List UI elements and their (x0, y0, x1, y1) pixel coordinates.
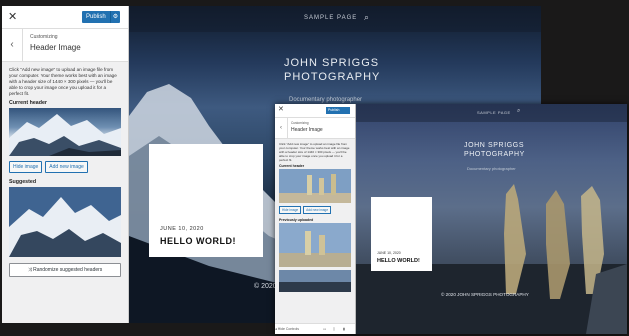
site-title[interactable]: JOHN SPRIGGS PHOTOGRAPHY (464, 141, 554, 159)
post-date: JUNE 10, 2020 (377, 251, 401, 255)
statues-image (279, 223, 351, 267)
back-chevron-icon[interactable]: ‹ (2, 29, 23, 61)
nav-sample-page[interactable]: SAMPLE PAGE (304, 15, 357, 21)
add-new-image-button[interactable]: Add new image (45, 161, 88, 173)
customizer-sidebar: ✕ Publish ⚙ ‹ Customizing Header Image C… (2, 6, 129, 323)
post-title[interactable]: HELLO WORLD! (377, 258, 420, 264)
site-preview: SAMPLE PAGE ⌕ JOHN SPRIGGS PHOTOGRAPHY D… (356, 104, 627, 334)
site-footer: © 2020 (254, 283, 277, 290)
header-actions: Hide image Add new image (275, 203, 355, 216)
hide-image-button[interactable]: Hide image (279, 206, 302, 214)
hide-controls-label[interactable]: Hide Controls (278, 327, 299, 331)
site-title[interactable]: JOHN SPRIGGS PHOTOGRAPHY (284, 56, 434, 84)
uploaded-header-thumbnail[interactable] (279, 270, 351, 292)
mountain-image (9, 114, 121, 156)
statues-image (279, 169, 351, 203)
gear-icon[interactable]: ⚙ (110, 11, 120, 23)
breadcrumb: Customizing (30, 34, 58, 40)
uploaded-header-thumbnail[interactable] (279, 223, 351, 267)
site-header-bar: SAMPLE PAGE ⌕ (129, 6, 541, 32)
publish-label: Publish (86, 14, 106, 20)
site-tagline: Documentary photographer (467, 166, 516, 171)
search-icon[interactable]: ⌕ (364, 12, 369, 23)
sidebar-topbar: ✕ Publish ⚙ (2, 6, 128, 29)
customizer-screenshot-small: ✕ Publish ‹ Customizing Header Image Cli… (275, 104, 627, 334)
desktop-icon[interactable]: ▭ (323, 324, 326, 334)
mountain-image (9, 187, 121, 257)
site-tagline: Documentary photographer (289, 97, 363, 103)
current-header-label: Current header (9, 100, 47, 106)
post-date: JUNE 10, 2020 (160, 226, 204, 232)
add-new-image-button[interactable]: Add new image (303, 206, 332, 214)
current-header-label: Current header (279, 164, 305, 168)
publish-button[interactable]: Publish ⚙ (82, 11, 120, 23)
back-chevron-icon[interactable]: ‹ (275, 118, 288, 138)
post-card[interactable]: JUNE 10, 2020 HELLO WORLD! (149, 144, 263, 257)
section-header: ‹ Customizing Header Image (275, 118, 355, 139)
site-footer: © 2020 JOHN SPRIGGS PHOTOGRAPHY (441, 292, 529, 297)
suggested-label: Suggested (9, 179, 37, 185)
mobile-icon[interactable]: ▮ (343, 324, 345, 334)
post-title[interactable]: HELLO WORLD! (160, 236, 236, 246)
nav-sample-page[interactable]: SAMPLE PAGE (477, 110, 511, 115)
header-description: Click "Add new image" to upload an image… (279, 142, 350, 162)
tablet-icon[interactable]: ▯ (333, 324, 335, 334)
close-icon[interactable]: ✕ (278, 105, 284, 113)
publish-button[interactable]: Publish (326, 107, 350, 114)
breadcrumb: Customizing (291, 121, 309, 125)
previously-uploaded-label: Previously uploaded (279, 218, 314, 222)
sidebar-topbar: ✕ Publish (275, 104, 355, 118)
current-header-thumbnail (279, 169, 351, 203)
suggested-header-thumbnail[interactable] (9, 187, 121, 257)
coast-image (279, 270, 351, 292)
current-header-thumbnail (9, 108, 121, 156)
header-actions: Hide image Add new image (2, 156, 128, 176)
search-icon[interactable]: ⌕ (517, 108, 520, 115)
randomize-headers-button[interactable]: ⤨ Randomize suggested headers (9, 263, 121, 277)
hide-image-button[interactable]: Hide image (9, 161, 43, 173)
randomize-label: Randomize suggested headers (33, 267, 103, 273)
header-description: Click "Add new image" to upload an image… (9, 67, 117, 96)
site-header-bar: SAMPLE PAGE ⌕ (356, 104, 627, 122)
customizer-sidebar: ✕ Publish ‹ Customizing Header Image Cli… (275, 104, 356, 334)
section-title: Header Image (291, 127, 323, 133)
sidebar-footer: ◂ Hide Controls ▭ ▯ ▮ (275, 323, 355, 334)
post-card[interactable]: JUNE 10, 2020 HELLO WORLD! (371, 197, 432, 271)
close-icon[interactable]: ✕ (8, 10, 17, 23)
section-header: ‹ Customizing Header Image (2, 29, 128, 62)
section-title: Header Image (30, 43, 81, 52)
